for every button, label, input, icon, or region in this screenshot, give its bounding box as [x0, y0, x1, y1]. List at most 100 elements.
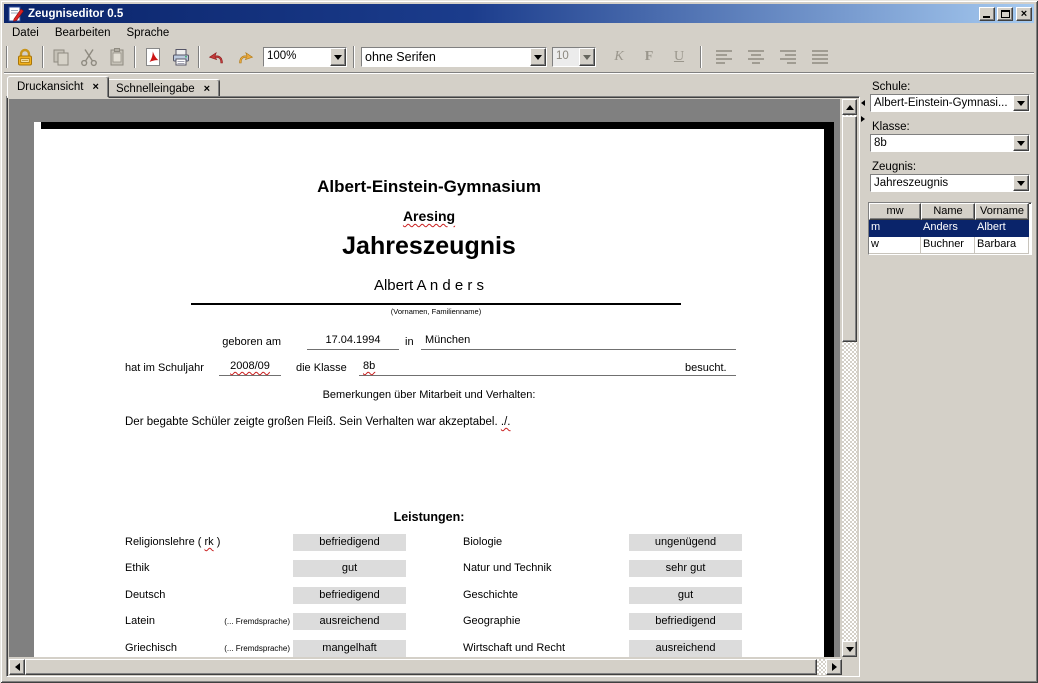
export-pdf-button[interactable]	[139, 44, 167, 70]
align-right-button[interactable]	[774, 44, 802, 70]
class-select[interactable]: 8b	[870, 134, 1030, 152]
vertical-scrollbar[interactable]	[842, 99, 857, 657]
pdf-icon	[142, 46, 164, 68]
birth-place-field[interactable]: München	[421, 333, 736, 350]
undo-icon	[206, 46, 228, 68]
zoom-dropdown-button[interactable]	[330, 48, 346, 66]
align-center-button[interactable]	[742, 44, 770, 70]
font-size-select[interactable]: 10	[552, 47, 596, 67]
copy-button[interactable]	[47, 44, 75, 70]
tab-label: Schnelleingabe	[116, 83, 195, 95]
attended-label: besucht.	[685, 361, 727, 376]
class-field[interactable]: 8b	[359, 359, 736, 376]
certificate-type: Jahreszeugnis	[34, 232, 824, 261]
font-size-dropdown-button[interactable]	[579, 48, 595, 66]
font-select[interactable]: ohne Serifen	[361, 47, 547, 67]
underline-button[interactable]: U	[664, 49, 694, 65]
maximize-button[interactable]	[997, 7, 1013, 21]
grade-field[interactable]: befriedigend	[293, 587, 406, 604]
column-header-mw[interactable]: mw	[869, 203, 921, 220]
remarks-text[interactable]: Der begabte Schüler zeigte großen Fleiß.…	[125, 416, 510, 428]
font-dropdown-button[interactable]	[530, 48, 546, 66]
student-name: Albert A n d e r s	[34, 277, 824, 294]
subject-1: Deutsch	[125, 587, 165, 604]
menu-datei[interactable]: Datei	[4, 25, 47, 41]
italic-button[interactable]: K	[604, 49, 634, 65]
vertical-scroll-thumb[interactable]	[842, 116, 857, 342]
name-caption: (Vornamen, Familienname)	[34, 307, 838, 316]
column-header-vorname[interactable]: Vorname	[975, 203, 1029, 220]
grade-field[interactable]: mangelhaft	[293, 640, 406, 657]
arrow-up-icon	[846, 105, 854, 110]
cell-name[interactable]: Anders	[921, 220, 975, 237]
print-button[interactable]	[167, 44, 195, 70]
minimize-icon	[983, 16, 990, 18]
grade-field[interactable]: ausreichend	[293, 613, 406, 630]
zoom-select[interactable]: 100%	[263, 47, 347, 67]
lock-button[interactable]	[11, 44, 39, 70]
chevron-down-icon	[334, 55, 342, 60]
grade-row: Latein (... Fremdsprache) ausreichend Ge…	[34, 613, 824, 631]
class-dropdown-button[interactable]	[1013, 135, 1029, 151]
bold-button[interactable]: F	[634, 49, 664, 65]
tab-close-icon[interactable]: ×	[92, 82, 98, 92]
schoolyear-field[interactable]: 2008/09	[219, 359, 281, 376]
app-icon	[8, 6, 24, 22]
paste-button[interactable]	[103, 44, 131, 70]
subject-2: Wirtschaft und Recht	[463, 640, 565, 657]
redo-icon	[234, 46, 256, 68]
cell-mw[interactable]: w	[869, 237, 921, 254]
grade-field[interactable]: befriedigend	[293, 534, 406, 551]
grade-field[interactable]: gut	[293, 560, 406, 577]
font-name-value: ohne Serifen	[362, 48, 530, 66]
minimize-button[interactable]	[979, 7, 995, 21]
school-select-value: Albert-Einstein-Gymnasi...	[871, 95, 1013, 111]
grade-field[interactable]: sehr gut	[629, 560, 742, 577]
zoom-value: 100%	[264, 48, 330, 66]
grades-heading: Leistungen:	[34, 510, 824, 524]
align-justify-button[interactable]	[806, 44, 834, 70]
cell-mw[interactable]: m	[869, 220, 921, 237]
align-left-icon	[715, 49, 733, 65]
cell-name[interactable]: Buchner	[921, 237, 975, 254]
cell-vorname[interactable]: Albert	[975, 220, 1029, 237]
school-select[interactable]: Albert-Einstein-Gymnasi...	[870, 94, 1030, 112]
align-left-button[interactable]	[710, 44, 738, 70]
scroll-left-button[interactable]	[9, 659, 25, 675]
grade-field[interactable]: ungenügend	[629, 534, 742, 551]
tab-close-icon[interactable]: ×	[204, 84, 210, 94]
collapse-left-icon	[861, 100, 865, 106]
table-header-row: mw Name Vorname	[869, 203, 1031, 220]
grade-field[interactable]: gut	[629, 587, 742, 604]
cell-vorname[interactable]: Barbara	[975, 237, 1029, 254]
table-row[interactable]: w Buchner Barbara	[869, 237, 1031, 254]
menu-bearbeiten[interactable]: Bearbeiten	[47, 25, 119, 41]
cut-button[interactable]	[75, 44, 103, 70]
scroll-right-button[interactable]	[826, 659, 842, 675]
table-row[interactable]: m Anders Albert	[869, 220, 1031, 237]
school-dropdown-button[interactable]	[1013, 95, 1029, 111]
grade-row: Deutsch befriedigend Geschichte gut	[34, 587, 824, 605]
horizontal-scrollbar[interactable]	[9, 659, 842, 675]
menu-sprache[interactable]: Sprache	[118, 25, 177, 41]
certificate-select[interactable]: Jahreszeugnis	[870, 174, 1030, 192]
birth-date-field[interactable]: 17.04.1994	[307, 333, 399, 350]
subject-2: Geographie	[463, 613, 521, 630]
printer-icon	[170, 46, 192, 68]
page-frame-top	[41, 122, 834, 129]
subject-qualifier: (... Fremdsprache)	[154, 613, 290, 630]
scroll-down-button[interactable]	[842, 641, 857, 657]
school-name: Albert-Einstein-Gymnasium	[34, 177, 824, 197]
redo-button[interactable]	[231, 44, 259, 70]
scroll-up-button[interactable]	[842, 99, 857, 115]
menubar: Datei Bearbeiten Sprache	[4, 24, 1034, 42]
column-header-name[interactable]: Name	[921, 203, 975, 220]
grade-field[interactable]: befriedigend	[629, 613, 742, 630]
close-button[interactable]: ×	[1016, 7, 1032, 21]
certificate-dropdown-button[interactable]	[1013, 175, 1029, 191]
horizontal-scroll-thumb[interactable]	[25, 659, 817, 675]
grade-row: Griechisch (... Fremdsprache) mangelhaft…	[34, 640, 824, 657]
grade-field[interactable]: ausreichend	[629, 640, 742, 657]
tab-druckansicht[interactable]: Druckansicht ×	[7, 76, 109, 98]
undo-button[interactable]	[203, 44, 231, 70]
